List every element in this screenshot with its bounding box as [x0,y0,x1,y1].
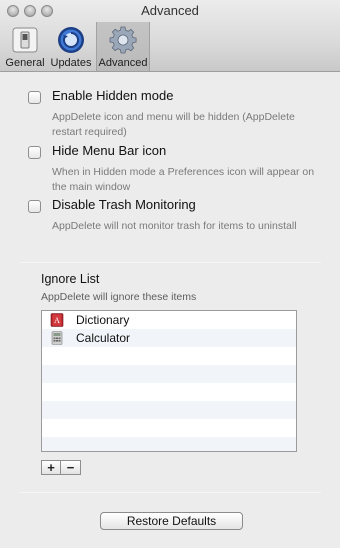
calculator-app-icon [51,331,63,345]
remove-item-button[interactable]: − [61,460,81,475]
ignore-list-title: Ignore List [41,272,100,286]
toolbar-updates-label: Updates [50,57,92,69]
empty-row [42,347,296,365]
disable-trash-monitoring-label[interactable]: Disable Trash Monitoring [52,197,196,212]
dictionary-app-icon: A [50,313,64,327]
empty-row [42,437,296,451]
ignore-list-table[interactable]: A Dictionary Calculator [41,310,297,452]
enable-hidden-mode-checkbox[interactable] [28,91,41,104]
ignore-list-description: AppDelete will ignore these items [41,291,197,303]
list-edit-controls: + − [41,460,81,475]
window-title: Advanced [141,3,199,18]
list-item[interactable]: A Dictionary [42,311,296,329]
hide-menu-bar-icon-checkbox[interactable] [28,146,41,159]
empty-row [42,419,296,437]
updates-globe-icon [58,27,84,53]
preferences-toolbar: General Updates Advanced [4,22,150,71]
advanced-gear-icon [109,26,137,54]
hide-menu-bar-icon-description: When in Hidden mode a Preferences icon w… [52,166,315,193]
toolbar-general-label: General [5,57,45,69]
title-toolbar: Advanced General Updates Advanced [0,0,340,72]
restore-defaults-button[interactable]: Restore Defaults [100,512,243,530]
toolbar-updates-tab[interactable]: Updates [46,22,96,70]
empty-row [42,383,296,401]
list-item[interactable]: Calculator [42,329,296,347]
enable-hidden-mode-label[interactable]: Enable Hidden mode [52,88,173,103]
empty-row [42,365,296,383]
section-divider-top [20,262,321,263]
preferences-window: Advanced General Updates Advanced Enable… [0,0,340,548]
disable-trash-monitoring-description: AppDelete will not monitor trash for ite… [52,220,297,232]
general-switch-icon [12,27,38,53]
hide-menu-bar-icon-label[interactable]: Hide Menu Bar icon [52,143,166,158]
toolbar-advanced-tab[interactable]: Advanced [96,22,150,71]
empty-row [42,401,296,419]
disable-trash-monitoring-checkbox[interactable] [28,200,41,213]
toolbar-general-tab[interactable]: General [4,22,46,70]
ignore-item-name: Dictionary [76,313,130,327]
enable-hidden-mode-description: AppDelete icon and menu will be hidden (… [52,111,295,138]
toolbar-advanced-label: Advanced [98,57,148,69]
section-divider-bottom [20,492,321,493]
svg-text:A: A [54,316,60,325]
ignore-item-name: Calculator [76,331,131,345]
add-item-button[interactable]: + [41,460,61,475]
